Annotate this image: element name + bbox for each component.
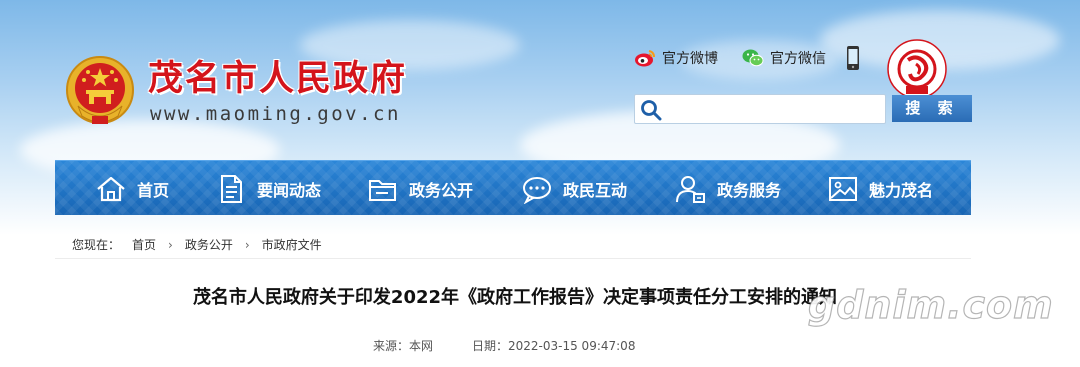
site-domain: www.maoming.gov.cn [150,103,401,125]
nav-item-label: 首页 [137,180,170,200]
nav-item-label: 魅力茂名 [869,180,934,200]
wechat-icon [742,49,764,67]
article-source: 来源：本网 [373,339,434,353]
nav-item-home[interactable]: 首页 [95,161,169,216]
breadcrumb-prefix: 您现在： [72,238,121,252]
watermark: gdnim.com [807,282,1054,327]
city-logo[interactable] [886,38,948,100]
wechat-link[interactable]: 官方微信 [742,48,826,68]
home-icon [97,176,125,201]
folder-icon [369,179,396,201]
document-icon [221,174,242,203]
nav-item-label: 政务服务 [717,180,782,200]
weibo-icon [635,50,655,67]
picture-icon [829,176,857,201]
nav-item-label: 要闻动态 [257,180,322,200]
nav-item-label: 政民互动 [563,180,628,200]
breadcrumb-separator: › [168,237,173,252]
national-emblem-icon [66,56,134,124]
search-icon[interactable] [640,99,662,121]
site-title[interactable]: 茂名市人民政府 [148,50,407,101]
breadcrumb: 您现在： 首页 › 政务公开 › 市政府文件 [72,236,322,253]
nav-item-news[interactable]: 要闻动态 [215,161,321,216]
search-input[interactable] [634,94,886,124]
chat-icon [523,176,551,204]
wechat-label: 官方微信 [770,51,826,67]
breadcrumb-item-city-documents[interactable]: 市政府文件 [262,236,322,253]
nav-item-charm-maoming[interactable]: 魅力茂名 [827,161,933,216]
mobile-icon[interactable] [846,45,860,71]
search-button[interactable]: 搜 索 [892,95,972,122]
city-logo-icon [887,39,947,99]
nav-item-label: 政务公开 [409,180,474,200]
nav-item-government-affairs[interactable]: 政务公开 [367,161,473,216]
breadcrumb-separator: › [244,237,250,252]
main-nav: 首页 要闻动态 政务公开 政民互动 政务服务 魅力茂名 [55,160,971,215]
nav-item-interaction[interactable]: 政民互动 [521,161,627,216]
divider [55,258,971,259]
weibo-link[interactable]: 官方微博 [634,48,718,68]
breadcrumb-item-home[interactable]: 首页 [132,236,156,253]
nav-item-services[interactable]: 政务服务 [675,161,781,216]
user-service-icon [676,175,705,203]
breadcrumb-item-government-affairs[interactable]: 政务公开 [185,236,233,253]
article-date: 日期：2022-03-15 09:47:08 [472,339,636,353]
weibo-label: 官方微博 [662,51,718,67]
